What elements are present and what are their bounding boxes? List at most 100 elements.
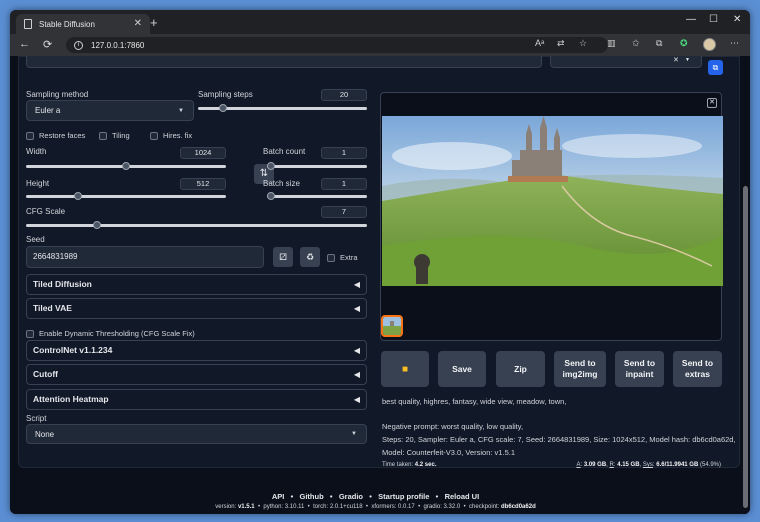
tiled-vae-accordion[interactable]: Tiled VAE ◀: [26, 298, 367, 319]
performance-status: Time taken: 4.2 sec. A: 3.09 GB, R: 4.15…: [380, 459, 723, 471]
cfg-scale-input[interactable]: 7: [321, 206, 367, 218]
hires-fix-checkbox[interactable]: Hires. fix: [150, 131, 192, 140]
cfg-scale-knob[interactable]: [93, 221, 101, 229]
address-bar: ← ⟳ i 127.0.0.1:7860 Aᵃ ⇄ ☆ ▥ ✩ ⧉ ✪ ⋯: [10, 34, 750, 56]
browser-tab[interactable]: Stable Diffusion ✕: [16, 14, 150, 34]
gallery-thumbnail[interactable]: [381, 315, 403, 337]
checkbox-box[interactable]: [327, 253, 335, 262]
split-screen-icon[interactable]: ▥: [607, 38, 616, 49]
tiling-checkbox[interactable]: Tiling: [99, 131, 130, 140]
cutoff-label: Cutoff: [33, 369, 59, 379]
collapse-triangle-icon: ◀: [353, 304, 360, 313]
version-label: version:: [215, 504, 237, 510]
cutoff-accordion[interactable]: Cutoff ◀: [26, 364, 367, 385]
sampling-steps-input[interactable]: 20: [321, 89, 367, 101]
height-slider[interactable]: [26, 192, 226, 200]
translate-icon[interactable]: ⇄: [557, 38, 565, 49]
checkpoint-value: db6cd0a62d: [501, 504, 536, 510]
extension-icon[interactable]: ✪: [680, 38, 688, 49]
width-slider[interactable]: [26, 162, 226, 170]
site-info-icon[interactable]: i: [74, 40, 83, 50]
styles-dropdown[interactable]: ✕ ▼: [550, 56, 702, 68]
favorites-icon[interactable]: ✩: [632, 38, 640, 49]
batch-count-label: Batch count: [263, 147, 306, 156]
url-text: 127.0.0.1:7860: [91, 40, 145, 50]
collapse-triangle-icon: ◀: [353, 346, 360, 355]
tiled-diffusion-accordion[interactable]: Tiled Diffusion ◀: [26, 274, 367, 295]
sampling-steps-slider[interactable]: [198, 104, 367, 112]
extra-checkbox[interactable]: Extra: [327, 253, 358, 262]
close-window-icon[interactable]: ✕: [733, 14, 741, 25]
random-seed-button[interactable]: ⚂: [273, 247, 293, 267]
vram-a-value: 3.09 GB: [583, 462, 607, 468]
reuse-seed-button[interactable]: ♻: [300, 247, 320, 267]
send-to-img2img-button[interactable]: Send to img2img: [554, 351, 606, 387]
send-to-inpaint-button[interactable]: Send to inpaint: [615, 351, 664, 387]
send-to-extras-button[interactable]: Send to extras: [673, 351, 722, 387]
zip-button[interactable]: Zip: [496, 351, 545, 387]
maximize-icon[interactable]: ☐: [709, 14, 718, 25]
url-field[interactable]: i 127.0.0.1:7860: [66, 37, 608, 53]
width-input[interactable]: 1024: [180, 147, 226, 159]
footer-link-reload-ui[interactable]: Reload UI: [445, 492, 480, 501]
height-input[interactable]: 512: [180, 178, 226, 190]
footer-links: API • Github • Gradio • Startup profile …: [10, 492, 741, 501]
prompt-box-bottom[interactable]: [26, 56, 542, 68]
attention-heatmap-label: Attention Heatmap: [33, 394, 109, 404]
back-icon[interactable]: ←: [19, 38, 30, 50]
hires-fix-label: Hires. fix: [163, 131, 193, 140]
script-dropdown[interactable]: None ▼: [26, 424, 367, 444]
height-label: Height: [26, 179, 50, 188]
scrollbar-thumb[interactable]: [743, 186, 748, 508]
batch-count-input[interactable]: 1: [321, 147, 367, 159]
batch-size-knob[interactable]: [267, 192, 275, 200]
page-content: ✕ ▼ ⧉ Sampling method Euler a ▼ Sampling…: [10, 56, 750, 514]
close-gallery-icon[interactable]: ✕: [707, 98, 717, 108]
save-button[interactable]: Save: [438, 351, 486, 387]
sampling-method-dropdown[interactable]: Euler a ▼: [26, 100, 194, 121]
vram-sys-percent: (54.9%): [699, 462, 721, 468]
footer-link-api[interactable]: API: [272, 492, 285, 501]
refresh-icon[interactable]: ⟳: [43, 38, 52, 51]
favorite-icon[interactable]: ☆: [579, 38, 587, 49]
height-knob[interactable]: [74, 192, 82, 200]
batch-count-slider[interactable]: [267, 162, 367, 170]
width-knob[interactable]: [122, 162, 130, 170]
dynamic-thresholding-checkbox[interactable]: Enable Dynamic Thresholding (CFG Scale F…: [26, 329, 195, 338]
generated-image[interactable]: [382, 116, 723, 286]
checkbox-box[interactable]: [26, 131, 34, 140]
checkbox-box[interactable]: [150, 131, 158, 140]
tab-close-icon[interactable]: ✕: [134, 18, 142, 29]
apply-styles-button[interactable]: ⧉: [708, 60, 723, 75]
checkbox-box[interactable]: [26, 329, 34, 338]
footer-link-github[interactable]: Github: [300, 492, 324, 501]
batch-size-slider[interactable]: [267, 192, 367, 200]
more-menu-icon[interactable]: ⋯: [730, 38, 739, 49]
seed-input[interactable]: 2664831989: [26, 246, 264, 268]
generation-params-line1: Steps: 20, Sampler: Euler a, CFG scale: …: [382, 435, 736, 444]
minimize-icon[interactable]: —: [686, 14, 696, 25]
sampling-method-value: Euler a: [35, 106, 61, 115]
footer-link-gradio[interactable]: Gradio: [339, 492, 363, 501]
collections-icon[interactable]: ⧉: [656, 38, 662, 49]
profile-avatar[interactable]: [703, 38, 716, 51]
version-info: version: v1.5.1 • python: 3.10.11 • torc…: [215, 504, 536, 510]
checkbox-box[interactable]: [99, 131, 107, 140]
thumbnail-image: [383, 317, 401, 335]
footer-link-startup-profile[interactable]: Startup profile: [378, 492, 429, 501]
checkpoint-label: checkpoint:: [469, 504, 500, 510]
clear-icon[interactable]: ✕: [673, 56, 679, 64]
time-taken-value: 4.2 sec.: [414, 462, 437, 468]
controlnet-accordion[interactable]: ControlNet v1.1.234 ◀: [26, 340, 367, 361]
attention-heatmap-accordion[interactable]: Attention Heatmap ◀: [26, 389, 367, 410]
new-tab-icon[interactable]: +: [150, 15, 158, 30]
vram-usage: A: 3.09 GB, R: 4.15 GB, Sys: 6.6/11.9941…: [576, 462, 721, 468]
batch-count-knob[interactable]: [267, 162, 275, 170]
batch-size-input[interactable]: 1: [321, 178, 367, 190]
torch-version: 2.0.1+cu118: [329, 504, 363, 510]
cfg-scale-slider[interactable]: [26, 221, 367, 229]
restore-faces-checkbox[interactable]: Restore faces: [26, 131, 85, 140]
open-folder-button[interactable]: ■: [381, 351, 429, 387]
read-aloud-icon[interactable]: Aᵃ: [535, 38, 544, 48]
sampling-steps-knob[interactable]: [219, 104, 227, 112]
